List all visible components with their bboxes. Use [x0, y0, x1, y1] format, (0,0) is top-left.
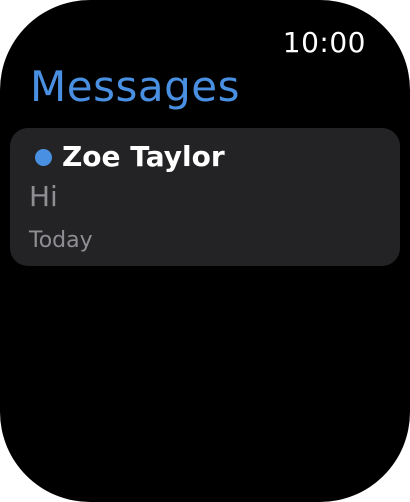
conversation-sender: Zoe Taylor [62, 140, 225, 173]
conversation-date: Today [29, 228, 93, 253]
page-title: Messages [30, 62, 240, 111]
conversation-preview: Hi [29, 180, 58, 213]
watch-screen: 10:00 Messages Zoe Taylor Hi Today [0, 0, 410, 502]
status-time: 10:00 [282, 26, 366, 59]
conversation-item[interactable]: Zoe Taylor Hi Today [10, 128, 400, 266]
unread-dot-icon [35, 149, 52, 166]
